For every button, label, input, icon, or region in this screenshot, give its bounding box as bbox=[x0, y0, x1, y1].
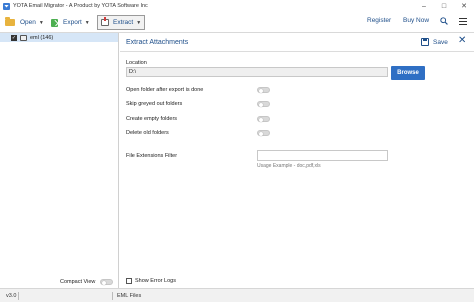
chevron-down-icon: ▼ bbox=[84, 19, 90, 26]
show-error-logs-label: Show Error Logs bbox=[135, 278, 176, 284]
option-label-skip-greyed: Skip greyed out folders bbox=[126, 101, 183, 107]
status-bar: v3.0 EML Files bbox=[0, 288, 474, 302]
maximize-icon[interactable]: □ bbox=[434, 0, 454, 12]
delete-old-toggle[interactable] bbox=[257, 130, 270, 136]
compact-view-toggle[interactable] bbox=[100, 279, 113, 285]
option-label-open-folder: Open folder after export is done bbox=[126, 87, 204, 93]
browse-button[interactable]: Browse bbox=[391, 66, 425, 80]
tree-item-label: eml (146) bbox=[30, 34, 54, 41]
export-button[interactable]: Export ▼ bbox=[51, 15, 90, 30]
save-button[interactable]: Save bbox=[421, 38, 448, 46]
search-icon[interactable] bbox=[440, 17, 448, 25]
option-label-create-empty: Create empty folders bbox=[126, 116, 178, 122]
save-icon bbox=[421, 38, 429, 46]
close-icon[interactable]: ✕ bbox=[458, 36, 466, 46]
window-controls: – □ ✕ bbox=[414, 0, 474, 12]
open-folder-toggle[interactable] bbox=[257, 87, 270, 93]
extract-icon bbox=[101, 17, 109, 26]
chevron-down-icon: ▼ bbox=[38, 19, 44, 26]
location-label: Location bbox=[126, 60, 147, 66]
app-logo-icon bbox=[3, 2, 10, 10]
panel-title: Extract Attachments bbox=[126, 39, 189, 46]
export-label: Export bbox=[63, 19, 82, 26]
compact-view-label: Compact View bbox=[60, 279, 96, 285]
extract-button[interactable]: Extract ▼ bbox=[97, 15, 145, 30]
file-type-text: EML Files bbox=[117, 293, 142, 299]
register-link[interactable]: Register bbox=[367, 17, 391, 24]
ext-filter-hint: Usage Example - doc,pdf,xls bbox=[257, 163, 321, 169]
ext-filter-input[interactable] bbox=[257, 150, 388, 161]
folder-tree-panel: ✓ eml (146) Compact View bbox=[0, 33, 119, 288]
status-divider bbox=[18, 292, 19, 300]
create-empty-toggle[interactable] bbox=[257, 116, 270, 122]
status-divider bbox=[112, 292, 113, 300]
panel-header: Extract Attachments Save ✕ bbox=[120, 33, 474, 52]
window-title: YOTA Email Migrator - A Product by YOTA … bbox=[13, 3, 148, 9]
folder-icon bbox=[5, 17, 15, 26]
toolbar: Open ▼ Export ▼ Extract ▼ Register Buy N… bbox=[0, 12, 474, 33]
chevron-down-icon: ▼ bbox=[136, 19, 142, 26]
extract-attachments-panel: Extract Attachments Save ✕ Location D:\ … bbox=[120, 33, 474, 288]
drive-icon bbox=[20, 34, 27, 41]
version-text: v3.0 bbox=[6, 293, 17, 299]
hamburger-menu-icon[interactable] bbox=[459, 18, 467, 25]
tree-checkbox[interactable]: ✓ bbox=[11, 34, 17, 41]
show-error-logs-checkbox[interactable] bbox=[126, 278, 132, 284]
export-icon bbox=[51, 18, 58, 27]
title-bar: YOTA Email Migrator - A Product by YOTA … bbox=[0, 0, 474, 12]
skip-greyed-toggle[interactable] bbox=[257, 101, 270, 107]
option-label-delete-old: Delete old folders bbox=[126, 130, 169, 136]
close-window-icon[interactable]: ✕ bbox=[454, 0, 474, 12]
extract-label: Extract bbox=[113, 19, 134, 26]
buy-now-link[interactable]: Buy Now bbox=[403, 17, 429, 24]
tree-item-eml[interactable]: ✓ eml (146) bbox=[0, 33, 118, 42]
open-label: Open bbox=[20, 19, 36, 26]
location-input[interactable]: D:\ bbox=[126, 67, 388, 77]
minimize-icon[interactable]: – bbox=[414, 0, 434, 12]
ext-filter-label: File Extensions Filter bbox=[126, 153, 178, 159]
open-button[interactable]: Open ▼ bbox=[5, 15, 44, 30]
save-label: Save bbox=[433, 38, 448, 46]
